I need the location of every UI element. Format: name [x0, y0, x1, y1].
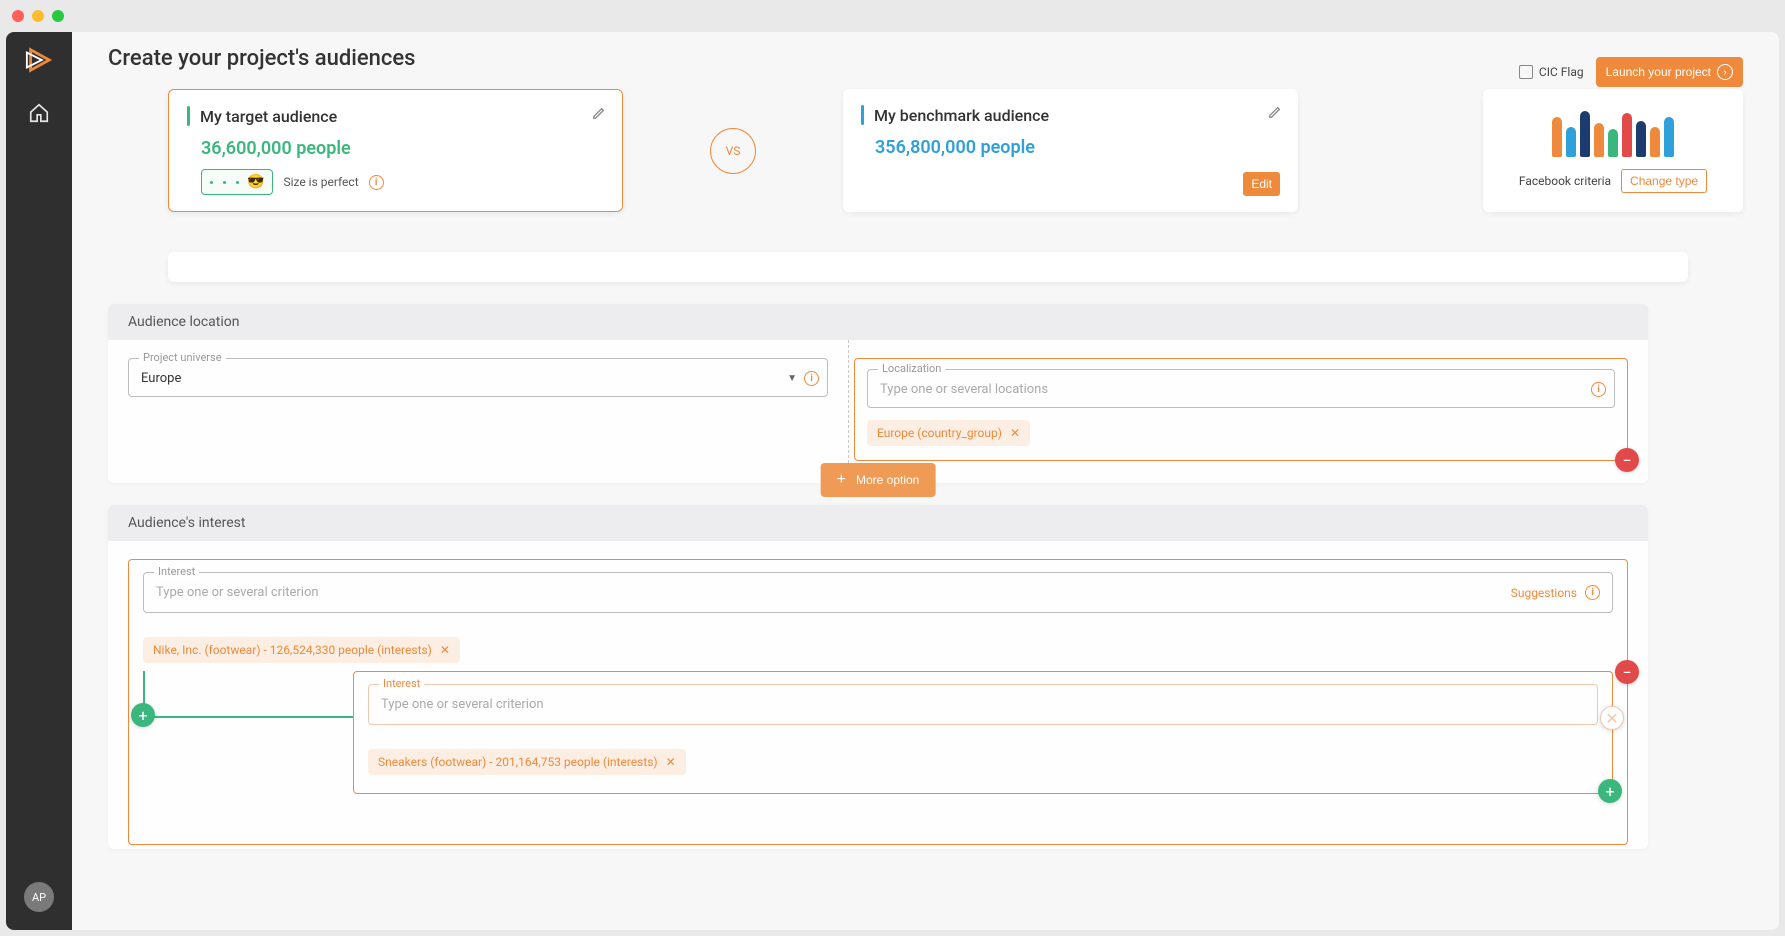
more-option-button[interactable]: + More option — [821, 463, 936, 497]
remove-chip-icon[interactable]: ✕ — [440, 643, 450, 657]
remove-localization-button[interactable]: − — [1615, 448, 1639, 472]
vs-badge: VS — [710, 128, 756, 174]
target-audience-card: My target audience 36,600,000 people 😎 S… — [168, 89, 623, 212]
app-sidebar: AP — [6, 32, 72, 930]
location-panel-title: Audience location — [108, 304, 1648, 340]
remove-sub-interest-button[interactable]: ✕ — [1600, 706, 1624, 730]
benchmark-card-title: My benchmark audience — [874, 106, 1049, 125]
project-universe-select[interactable]: Project universe Europe ▼ i — [128, 358, 828, 397]
sub-interest-input[interactable]: Interest Type one or several criterion — [368, 684, 1598, 725]
localization-box: Localization Type one or several locatio… — [854, 358, 1628, 461]
branch-connector: + — [143, 671, 353, 761]
interest-input[interactable]: Interest Type one or several criterion S… — [143, 572, 1613, 613]
interest-panel: Audience's interest Interest Type one or… — [108, 505, 1648, 849]
interest-chip: Nike, Inc. (footwear) - 126,524,330 peop… — [143, 637, 460, 663]
vertical-divider — [848, 340, 849, 483]
page-title: Create your project's audiences — [108, 46, 1743, 71]
localization-label: Localization — [878, 362, 945, 375]
arrow-right-icon: › — [1717, 64, 1733, 80]
project-universe-value: Europe — [141, 371, 181, 386]
chip-label: Nike, Inc. (footwear) - 126,524,330 peop… — [153, 643, 432, 657]
remove-chip-icon[interactable]: ✕ — [666, 755, 676, 769]
more-option-label: More option — [856, 473, 919, 487]
project-universe-label: Project universe — [139, 351, 226, 364]
main-content: Create your project's audiences CIC Flag… — [72, 32, 1779, 930]
minimize-window-icon[interactable] — [32, 10, 44, 22]
localization-input[interactable]: Localization Type one or several locatio… — [867, 369, 1615, 408]
benchmark-audience-card: My benchmark audience 356,800,000 people… — [843, 89, 1298, 212]
sub-interest-label: Interest — [379, 677, 424, 690]
add-sub-interest-button[interactable]: + — [1598, 779, 1622, 803]
pencil-icon[interactable] — [1268, 105, 1282, 123]
people-illustration-icon — [1548, 99, 1678, 157]
suggestions-link[interactable]: Suggestions i — [1511, 585, 1600, 600]
launch-project-button[interactable]: Launch your project › — [1596, 57, 1743, 87]
info-icon[interactable]: i — [804, 371, 819, 386]
home-icon[interactable] — [28, 102, 50, 128]
spacer-strip — [168, 252, 1688, 282]
localization-placeholder: Type one or several locations — [880, 382, 1048, 397]
app-logo-icon — [25, 46, 53, 74]
window-controls — [12, 10, 64, 22]
size-status-text: Size is perfect — [283, 175, 358, 189]
audience-cards-row: CIC Flag Launch your project › My target… — [168, 89, 1743, 212]
interest-placeholder: Type one or several criterion — [156, 585, 319, 600]
benchmark-people-count: 356,800,000 people — [875, 137, 1280, 158]
remove-chip-icon[interactable]: ✕ — [1010, 426, 1020, 440]
interest-panel-title: Audience's interest — [108, 505, 1648, 541]
criteria-type-label: Facebook criteria — [1519, 174, 1611, 188]
vs-separator: VS — [623, 89, 843, 212]
info-icon: i — [1585, 585, 1600, 600]
chip-label: Sneakers (footwear) - 201,164,753 people… — [378, 755, 658, 769]
remove-interest-button[interactable]: − — [1615, 660, 1639, 684]
cic-flag-checkbox[interactable]: CIC Flag — [1519, 65, 1584, 79]
change-type-button[interactable]: Change type — [1621, 169, 1707, 193]
user-avatar[interactable]: AP — [24, 882, 54, 912]
chip-label: Europe (country_group) — [877, 426, 1002, 440]
location-panel: Audience location Project universe Europ… — [108, 304, 1648, 483]
target-card-title: My target audience — [200, 107, 337, 126]
accent-bar-icon — [187, 106, 190, 126]
plus-icon: + — [837, 471, 846, 489]
sub-interest-chip: Sneakers (footwear) - 201,164,753 people… — [368, 749, 686, 775]
location-chip: Europe (country_group) ✕ — [867, 420, 1030, 446]
criteria-type-card: Facebook criteria Change type — [1483, 89, 1743, 212]
sub-interest-box: Interest Type one or several criterion S… — [353, 671, 1613, 794]
interest-outer-box: Interest Type one or several criterion S… — [128, 559, 1628, 845]
checkbox-icon — [1519, 65, 1533, 79]
maximize-window-icon[interactable] — [52, 10, 64, 22]
interest-label: Interest — [154, 565, 199, 578]
edit-benchmark-button[interactable]: Edit — [1243, 172, 1280, 196]
launch-button-label: Launch your project — [1606, 65, 1711, 79]
info-icon[interactable]: i — [1591, 382, 1606, 397]
size-meter: 😎 — [201, 169, 273, 195]
sunglasses-emoji-icon: 😎 — [247, 174, 264, 190]
target-people-count: 36,600,000 people — [201, 138, 604, 159]
suggestions-label: Suggestions — [1511, 586, 1577, 600]
add-branch-button[interactable]: + — [131, 703, 155, 727]
cic-flag-label: CIC Flag — [1539, 65, 1584, 79]
avatar-initials: AP — [32, 891, 46, 904]
sub-interest-placeholder: Type one or several criterion — [381, 697, 544, 712]
accent-bar-icon — [861, 105, 864, 125]
pencil-icon[interactable] — [592, 106, 606, 124]
close-window-icon[interactable] — [12, 10, 24, 22]
info-icon[interactable]: i — [369, 175, 384, 190]
chevron-down-icon: ▼ — [787, 373, 797, 384]
